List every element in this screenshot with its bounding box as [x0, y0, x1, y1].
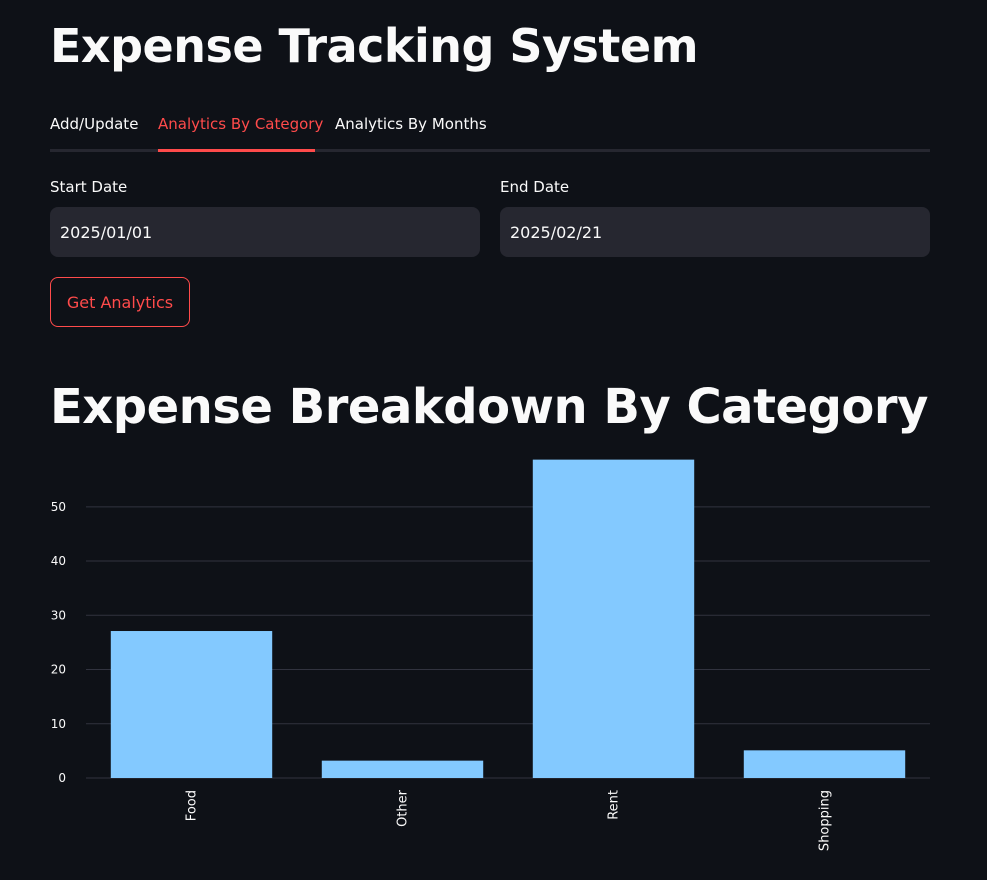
bar-chart-svg: 0 10 20 30 40 50 Food Other Rent Shopping [51, 459, 930, 851]
end-date-input[interactable] [500, 207, 930, 257]
y-tick-label: 50 [51, 500, 66, 514]
tab-analytics-by-months[interactable]: Analytics By Months [335, 112, 487, 152]
bar-shopping [743, 750, 906, 778]
x-tick-label: Shopping [818, 790, 833, 851]
start-date-label: Start Date [50, 178, 128, 196]
y-tick-label: 0 [58, 771, 66, 785]
x-tick-label: Food [185, 790, 200, 821]
bar-other [321, 760, 484, 778]
y-tick-label: 40 [51, 554, 66, 568]
end-date-label: End Date [500, 178, 570, 196]
bar-rent [532, 459, 695, 778]
y-tick-label: 30 [51, 608, 66, 622]
tab-bar: Add/Update Analytics By Category Analyti… [50, 104, 930, 152]
start-date-input[interactable] [50, 207, 480, 257]
bar-food [110, 631, 273, 778]
x-tick-label: Other [396, 789, 411, 827]
app-page: Expense Tracking System Add/Update Analy… [0, 0, 987, 880]
tab-analytics-by-category[interactable]: Analytics By Category [158, 112, 323, 152]
category-bar-chart: 0 10 20 30 40 50 Food Other Rent Shopping [0, 440, 987, 880]
y-tick-label: 20 [51, 663, 66, 677]
tab-add-update[interactable]: Add/Update [50, 112, 139, 152]
y-tick-label: 10 [51, 717, 66, 731]
get-analytics-button[interactable]: Get Analytics [50, 277, 190, 327]
x-tick-label: Rent [607, 790, 622, 820]
app-title: Expense Tracking System [50, 19, 699, 73]
section-title: Expense Breakdown By Category [50, 379, 928, 435]
